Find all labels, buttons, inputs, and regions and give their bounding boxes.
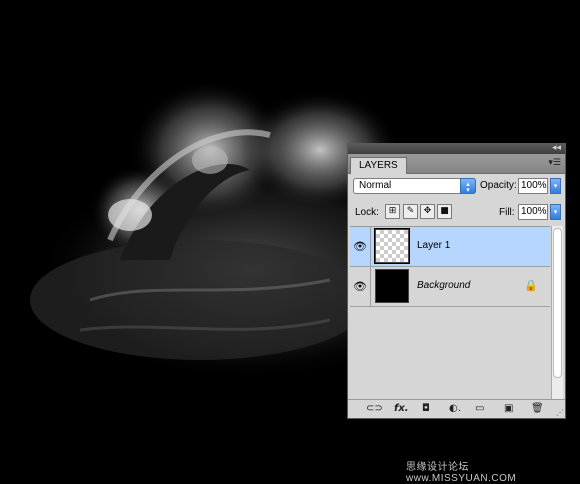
opacity-label: Opacity: xyxy=(480,180,517,191)
opacity-dropdown-icon[interactable]: ▾ xyxy=(550,178,561,194)
fx-icon[interactable]: fx. xyxy=(394,402,409,415)
lock-icon: 🔒 xyxy=(524,279,538,292)
watermark: 思缘设计论坛 www.MISSYUAN.COM xyxy=(406,462,517,484)
lock-position-icon[interactable]: ✥ xyxy=(420,204,435,219)
tab-layers[interactable]: LAYERS xyxy=(350,157,407,174)
chevron-updown-icon[interactable]: ▴ ▾ xyxy=(460,178,476,194)
fill-input[interactable]: 100% xyxy=(518,204,548,220)
layer-name: Layer 1 xyxy=(417,240,451,251)
lock-row: Lock: ⊞ ✎ ✥ ■ Fill: 100% ▾ xyxy=(348,202,565,224)
fill-label: Fill: xyxy=(499,207,515,218)
adjustment-layer-icon[interactable]: ◐. xyxy=(449,402,461,415)
layer-name: Background xyxy=(417,280,471,291)
scrollbar-thumb[interactable] xyxy=(553,228,562,378)
lock-transparent-pixels-icon[interactable]: ⊞ xyxy=(385,204,400,219)
blend-row: Normal ▴ ▾ Opacity: 100% ▾ xyxy=(348,176,565,198)
blend-mode-value: Normal xyxy=(359,180,392,191)
layer-row-background[interactable]: 👁 Background 🔒 xyxy=(350,267,550,307)
panel-title-bar[interactable]: ◂◂ xyxy=(348,143,565,154)
layer-thumbnail xyxy=(374,228,410,264)
new-group-icon[interactable]: ▭ xyxy=(475,402,484,415)
layers-list: 👁 Layer 1 👁 Background 🔒 xyxy=(350,226,550,400)
eye-icon[interactable]: 👁 xyxy=(350,227,371,266)
layer-thumbnail xyxy=(375,269,409,303)
new-layer-icon[interactable]: ▣ xyxy=(504,402,513,415)
resize-grip-icon[interactable]: ⋰ xyxy=(556,408,564,417)
panel-menu-icon[interactable]: ▾☰ xyxy=(548,158,561,169)
opacity-input[interactable]: 100% xyxy=(518,178,548,194)
layers-panel: ◂◂ LAYERS ▾☰ Normal ▴ ▾ Opacity: 100% ▾ L… xyxy=(347,143,566,419)
blend-mode-select[interactable]: Normal ▴ ▾ xyxy=(353,178,476,194)
lock-all-icon[interactable]: ■ xyxy=(437,204,452,219)
fill-dropdown-icon[interactable]: ▾ xyxy=(550,204,561,220)
eye-icon[interactable]: 👁 xyxy=(350,267,371,306)
add-mask-icon[interactable]: ◘ xyxy=(422,402,430,415)
double-chevron-left-icon[interactable]: ◂◂ xyxy=(552,143,561,153)
panel-tab-bar: LAYERS ▾☰ xyxy=(348,154,565,174)
lock-image-pixels-icon[interactable]: ✎ xyxy=(403,204,418,219)
link-layers-icon[interactable]: ⊂⊃ xyxy=(366,402,383,415)
lock-label: Lock: xyxy=(355,207,379,218)
panel-footer: ⊂⊃ fx. ◘ ◐. ▭ ▣ 🗑 ⋰ xyxy=(348,399,565,418)
layer-row-layer-1[interactable]: 👁 Layer 1 xyxy=(350,227,550,267)
trash-icon[interactable]: 🗑 xyxy=(531,402,544,415)
layers-scrollbar[interactable] xyxy=(551,226,563,400)
